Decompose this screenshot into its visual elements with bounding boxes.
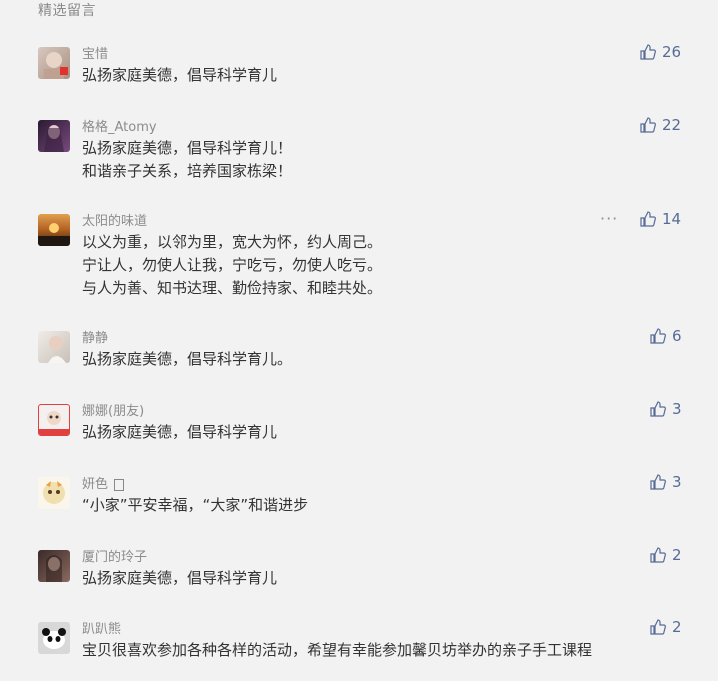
like-count: 14 — [662, 210, 682, 228]
avatar[interactable] — [38, 120, 70, 152]
comment-text: 宝贝很喜欢参加各种各样的活动，希望有幸能参加馨贝坊举办的亲子手工课程 — [82, 641, 593, 659]
comment-nickname: 格格_Atomy — [82, 120, 157, 135]
like-count: 2 — [672, 618, 682, 636]
comment-text: 弘扬家庭美德，倡导科学育儿 — [82, 569, 278, 587]
avatar[interactable] — [38, 404, 70, 436]
like-button[interactable]: 26 — [640, 42, 681, 62]
like-count: 22 — [662, 116, 682, 134]
avatar[interactable] — [38, 477, 70, 509]
comment-text: 以义为重，以邻为里，宽大为怀，约人周己。 宁让人，勿使人让我，宁吃亏，勿使人吃亏… — [82, 233, 383, 297]
comment-text: 弘扬家庭美德，倡导科学育儿 — [82, 423, 278, 441]
thumbs-up-icon — [640, 44, 656, 60]
badge-icon — [114, 478, 125, 491]
avatar[interactable] — [38, 331, 70, 363]
comment-text: 弘扬家庭美德，倡导科学育儿。 — [82, 350, 293, 368]
comment-nickname: 厦门的玲子 — [82, 550, 148, 565]
avatar[interactable] — [38, 47, 70, 79]
avatar[interactable] — [38, 550, 70, 582]
comment-text: “小家”平安幸福，“大家”和谐进步 — [82, 496, 309, 514]
thumbs-up-icon — [650, 619, 666, 635]
thumbs-up-icon — [650, 328, 666, 344]
thumbs-up-icon — [650, 547, 666, 563]
avatar[interactable] — [38, 622, 70, 654]
like-button[interactable]: 2 — [650, 617, 682, 637]
thumbs-up-icon — [650, 401, 666, 417]
comment-nickname: 娜娜(朋友) — [82, 404, 145, 419]
like-count: 26 — [662, 43, 682, 61]
comment-text: 弘扬家庭美德，倡导科学育儿！ 和谐亲子关系，培养国家栋梁！ — [82, 139, 293, 180]
comment-nickname: 妍色 — [82, 473, 125, 492]
comment-nickname: 太阳的味道 — [82, 214, 148, 229]
like-button[interactable]: 6 — [650, 326, 682, 346]
avatar[interactable] — [38, 214, 70, 246]
comment-nickname: 宝惜 — [82, 47, 109, 62]
like-button[interactable]: 3 — [650, 472, 682, 492]
thumbs-up-icon — [640, 117, 656, 133]
like-button[interactable]: 3 — [650, 399, 682, 419]
like-count: 2 — [672, 546, 682, 564]
like-count: 3 — [672, 400, 682, 418]
like-button[interactable]: 14 — [640, 209, 681, 229]
like-count: 3 — [672, 473, 682, 491]
section-title: 精选留言 — [38, 3, 96, 19]
thumbs-up-icon — [640, 211, 656, 227]
comment-text: 弘扬家庭美德，倡导科学育儿 — [82, 66, 278, 84]
more-icon[interactable]: ··· — [600, 209, 618, 228]
comment-nickname: 趴趴熊 — [82, 622, 122, 637]
comment-nickname: 静静 — [82, 331, 109, 346]
like-button[interactable]: 2 — [650, 545, 682, 565]
like-count: 6 — [672, 327, 682, 345]
thumbs-up-icon — [650, 474, 666, 490]
like-button[interactable]: 22 — [640, 115, 681, 135]
